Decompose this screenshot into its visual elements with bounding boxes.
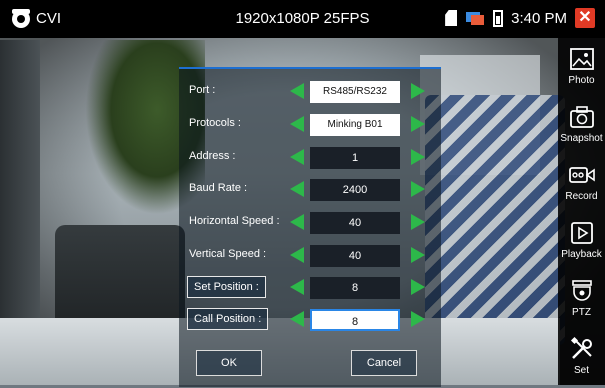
baud-rate-value: 2400	[310, 179, 400, 201]
sidebar-item-label: Set	[573, 365, 589, 376]
row-horizontal-speed: Horizontal Speed : 40	[185, 210, 435, 236]
call-position-input[interactable]: 8	[310, 309, 400, 331]
port-next-arrow-icon[interactable]	[411, 83, 425, 99]
vertical-speed-label: Vertical Speed :	[189, 248, 267, 260]
address-value: 1	[310, 147, 400, 169]
sidebar-item-set[interactable]: Set	[558, 330, 605, 388]
set-position-next-arrow-icon[interactable]	[411, 279, 425, 295]
cancel-button[interactable]: Cancel	[351, 350, 417, 376]
set-position-button[interactable]: Set Position :	[187, 276, 266, 298]
photo-icon	[569, 48, 594, 70]
row-protocols: Protocols : Minking B01	[185, 112, 435, 138]
protocols-prev-arrow-icon[interactable]	[290, 116, 304, 132]
port-prev-arrow-icon[interactable]	[290, 83, 304, 99]
video-record-icon	[568, 167, 595, 183]
sidebar-item-snapshot[interactable]: Snapshot	[558, 98, 605, 156]
sidebar: Photo Snapshot Record Playback PTZ Set	[558, 38, 605, 385]
sidebar-item-playback[interactable]: Playback	[558, 214, 605, 272]
horizontal-speed-value: 40	[310, 212, 400, 234]
call-position-next-arrow-icon[interactable]	[411, 311, 425, 327]
port-value: RS485/RS232	[310, 81, 400, 103]
sd-card-icon	[445, 10, 458, 26]
sidebar-item-label: Record	[565, 191, 598, 202]
port-label: Port :	[189, 84, 216, 96]
row-address: Address : 1	[185, 145, 435, 171]
row-baud-rate: Baud Rate : 2400	[185, 177, 435, 203]
horizontal-speed-next-arrow-icon[interactable]	[411, 214, 425, 230]
status-bar: CVI 1920x1080P 25FPS 3:40 PM ✕	[0, 0, 605, 38]
baud-rate-label: Baud Rate :	[189, 182, 248, 194]
row-call-position: Call Position : 8	[185, 307, 435, 333]
row-vertical-speed: Vertical Speed : 40	[185, 243, 435, 269]
vertical-speed-value: 40	[310, 245, 400, 267]
network-icon	[466, 12, 485, 25]
sidebar-item-label: PTZ	[572, 307, 591, 318]
scene-organizer	[425, 95, 565, 345]
clock: 3:40 PM	[511, 9, 567, 27]
ptz-settings-dialog: Port : RS485/RS232 Protocols : Minking B…	[179, 67, 441, 387]
row-set-position: Set Position : 8	[185, 275, 435, 301]
battery-icon	[493, 9, 504, 27]
camera-icon	[569, 106, 594, 128]
address-prev-arrow-icon[interactable]	[290, 149, 304, 165]
horizontal-speed-prev-arrow-icon[interactable]	[290, 214, 304, 230]
play-icon	[570, 222, 593, 244]
close-icon[interactable]: ✕	[575, 8, 595, 28]
sidebar-item-label: Playback	[561, 249, 602, 260]
protocols-value: Minking B01	[310, 114, 400, 136]
vertical-speed-next-arrow-icon[interactable]	[411, 247, 425, 263]
baud-rate-next-arrow-icon[interactable]	[411, 181, 425, 197]
horizontal-speed-label: Horizontal Speed :	[189, 215, 280, 227]
sidebar-item-ptz[interactable]: PTZ	[558, 272, 605, 330]
set-position-prev-arrow-icon[interactable]	[290, 279, 304, 295]
sidebar-item-label: Photo	[568, 75, 595, 86]
address-next-arrow-icon[interactable]	[411, 149, 425, 165]
ptz-dome-icon	[571, 280, 592, 301]
ok-button[interactable]: OK	[196, 350, 262, 376]
protocols-next-arrow-icon[interactable]	[411, 116, 425, 132]
call-position-prev-arrow-icon[interactable]	[290, 311, 304, 327]
vertical-speed-prev-arrow-icon[interactable]	[290, 247, 304, 263]
sidebar-item-photo[interactable]: Photo	[558, 40, 605, 98]
sidebar-item-label: Snapshot	[560, 133, 603, 144]
tools-icon	[570, 336, 592, 359]
protocols-label: Protocols :	[189, 117, 241, 129]
sidebar-item-record[interactable]: Record	[558, 156, 605, 214]
call-position-button[interactable]: Call Position :	[187, 308, 269, 330]
set-position-value: 8	[310, 277, 400, 299]
baud-rate-prev-arrow-icon[interactable]	[290, 181, 304, 197]
address-label: Address :	[189, 150, 236, 162]
row-port: Port : RS485/RS232	[185, 79, 435, 105]
